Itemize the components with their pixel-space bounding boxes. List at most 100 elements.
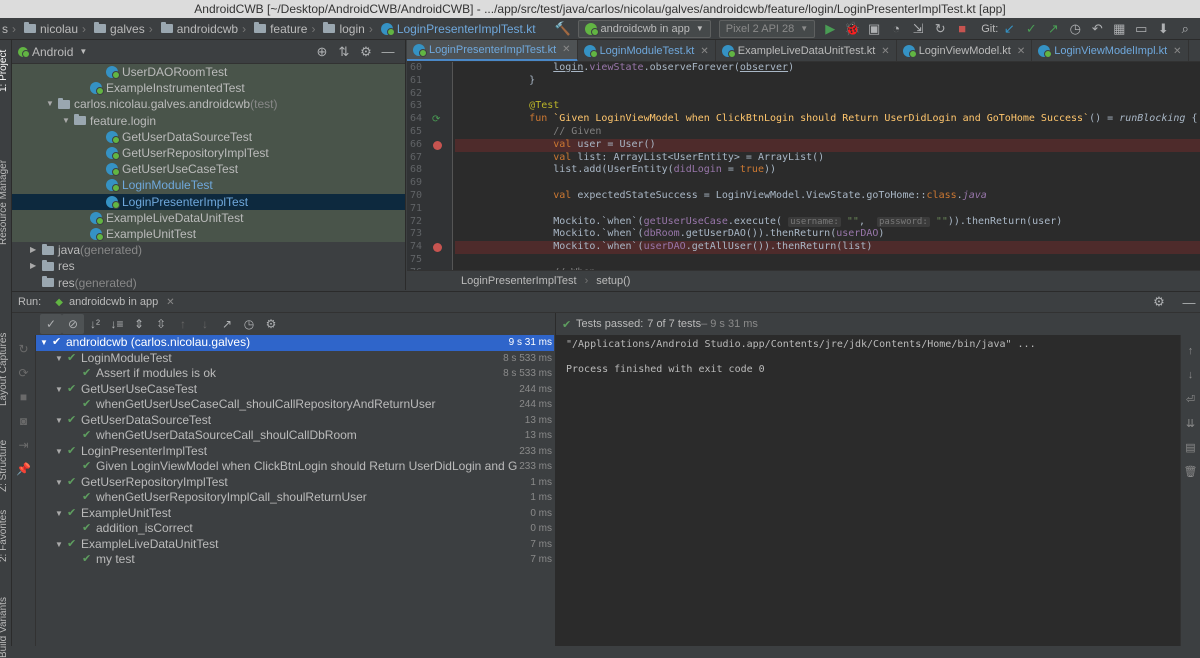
tree-item[interactable]: GetUserDataSourceTest: [12, 128, 405, 145]
test-result-row[interactable]: ✔ whenGetUserUseCaseCall_shoulCallReposit…: [36, 397, 554, 413]
scroll-to-end-icon[interactable]: ⇊: [1181, 411, 1200, 435]
layout-captures-tool-tab[interactable]: Layout Captures: [0, 333, 9, 406]
chevron-down-icon[interactable]: ▼: [55, 506, 65, 522]
editor-tab[interactable]: LoginViewModelImpl.kt ✕: [1032, 40, 1189, 61]
project-structure-icon[interactable]: ▦: [1108, 19, 1130, 39]
breadcrumb-item[interactable]: androidcwb ›: [159, 22, 252, 36]
git-update-icon[interactable]: ↙: [998, 19, 1020, 39]
chevron-right-icon[interactable]: ▶: [30, 242, 40, 258]
breadcrumb-class[interactable]: LoginPresenterImplTest: [461, 275, 577, 287]
exit-icon[interactable]: ⇥: [12, 433, 35, 457]
console-output[interactable]: "/Applications/Android Studio.app/Conten…: [555, 335, 1180, 646]
code-line[interactable]: Mockito.`when`(getUserUseCase.execute( u…: [455, 216, 1200, 229]
editor-tab[interactable]: LoginModuleTest.kt ✕: [578, 40, 716, 61]
code-line[interactable]: val expectedStateSuccess = LoginViewMode…: [455, 190, 1200, 203]
chevron-down-icon[interactable]: ▼: [79, 47, 87, 56]
chevron-right-icon[interactable]: ▶: [30, 258, 40, 274]
breadcrumb-item[interactable]: login ›: [321, 22, 378, 36]
close-icon[interactable]: ✕: [700, 46, 708, 57]
close-icon[interactable]: ✕: [1173, 46, 1181, 57]
test-result-row[interactable]: ✔ whenGetUserRepositoryImplCall_shoulRetu…: [36, 490, 554, 506]
git-commit-icon[interactable]: ✓: [1020, 19, 1042, 39]
camera-icon[interactable]: ◙: [12, 409, 35, 433]
test-result-row[interactable]: ✔ Given LoginViewModel when ClickBtnLogin…: [36, 459, 554, 475]
test-result-row[interactable]: ✔ my test 7 ms: [36, 552, 554, 568]
code-line[interactable]: }: [455, 75, 1200, 88]
avd-manager-icon[interactable]: ▭: [1130, 19, 1152, 39]
code-line[interactable]: [455, 177, 1200, 190]
gear-icon[interactable]: ⚙: [260, 314, 282, 334]
tree-item[interactable]: LoginPresenterImplTest: [12, 193, 405, 210]
tree-item[interactable]: ExampleLiveDataUnitTest: [12, 209, 405, 226]
editor-tab[interactable]: LoginPresenterImplTest.kt ✕: [407, 40, 578, 61]
tree-item[interactable]: res (generated): [12, 274, 405, 290]
project-view-select[interactable]: Android: [32, 45, 73, 59]
chevron-down-icon[interactable]: ▼: [62, 113, 72, 129]
code-editor[interactable]: 6061626364⟳656667686970717273747576 logi…: [407, 62, 1200, 270]
code-line[interactable]: val list: ArrayList<UserEntity> = ArrayL…: [455, 152, 1200, 165]
breadcrumb-item[interactable]: galves ›: [92, 22, 159, 36]
tree-item[interactable]: ▼ feature.login: [12, 112, 405, 129]
tree-item[interactable]: UserDAORoomTest: [12, 64, 405, 81]
coverage-icon[interactable]: ▣: [863, 19, 885, 39]
tree-item[interactable]: GetUserRepositoryImplTest: [12, 144, 405, 162]
chevron-down-icon[interactable]: ▼: [55, 475, 65, 491]
show-passed-icon[interactable]: ✓: [40, 314, 62, 334]
git-push-icon[interactable]: ↗: [1042, 19, 1064, 39]
sdk-manager-icon[interactable]: ⬇: [1152, 19, 1174, 39]
run-icon[interactable]: ▶: [819, 19, 841, 39]
breakpoint-icon[interactable]: [433, 140, 442, 150]
close-icon[interactable]: ✕: [166, 297, 174, 308]
pin-icon[interactable]: 📌: [12, 457, 35, 481]
down-arrow-icon[interactable]: ↓: [1181, 363, 1200, 387]
code-line[interactable]: fun `Given LoginViewModel when ClickBtnL…: [455, 113, 1200, 126]
chevron-down-icon[interactable]: ▼: [46, 96, 56, 112]
debug-icon[interactable]: 🐞: [841, 19, 863, 39]
test-result-row[interactable]: ▼ ✔ GetUserUseCaseTest 244 ms: [36, 382, 554, 398]
close-icon[interactable]: ✕: [562, 44, 570, 55]
editor-tab[interactable]: LoginViewModel.kt ✕: [897, 40, 1033, 61]
test-result-row[interactable]: ▼ ✔ androidcwb (carlos.nicolau.galves) 9 s …: [36, 335, 554, 351]
git-history-icon[interactable]: ◷: [1064, 19, 1086, 39]
collapse-all-icon[interactable]: ⇳: [150, 314, 172, 334]
breadcrumb-method[interactable]: setup(): [596, 275, 630, 287]
breadcrumb-item[interactable]: LoginPresenterImplTest.kt: [379, 22, 538, 36]
hide-panel-icon[interactable]: —: [1178, 292, 1200, 312]
breadcrumb-item[interactable]: feature ›: [252, 22, 321, 36]
test-result-row[interactable]: ▼ ✔ ExampleLiveDataUnitTest 7 ms: [36, 537, 554, 553]
previous-failed-icon[interactable]: ↑: [172, 314, 194, 334]
code-line[interactable]: [455, 203, 1200, 216]
tree-item[interactable]: ▶ java (generated): [12, 242, 405, 258]
git-revert-icon[interactable]: ↶: [1086, 19, 1108, 39]
gear-icon[interactable]: ⚙: [355, 42, 377, 62]
breadcrumb-item[interactable]: s ›: [0, 22, 22, 36]
code-line[interactable]: login.viewState.observeForever(observer): [455, 62, 1200, 75]
test-result-row[interactable]: ▼ ✔ GetUserDataSourceTest 13 ms: [36, 413, 554, 429]
stop-icon[interactable]: ■: [12, 385, 35, 409]
stop-icon[interactable]: ■: [951, 19, 973, 39]
show-ignored-icon[interactable]: ⊘: [62, 314, 84, 334]
breadcrumb-item[interactable]: nicolau ›: [22, 22, 92, 36]
run-config-select[interactable]: androidcwb in app ▼: [577, 19, 711, 38]
code-area[interactable]: login.viewState.observeForever(observer)…: [455, 62, 1200, 270]
expand-all-icon[interactable]: ⇕: [128, 314, 150, 334]
tree-item[interactable]: LoginModuleTest: [12, 177, 405, 194]
structure-tool-tab[interactable]: Z: Structure: [0, 440, 9, 492]
build-variants-tool-tab[interactable]: Build Variants: [0, 597, 9, 658]
test-result-row[interactable]: ▼ ✔ LoginModuleTest 8 s 533 ms: [36, 351, 554, 367]
tree-item[interactable]: ▼ carlos.nicolau.galves.androidcwb (test): [12, 96, 405, 113]
toggle-auto-test-icon[interactable]: ⟳: [12, 361, 35, 385]
rerun-failed-icon[interactable]: ↻: [12, 337, 35, 361]
project-tool-tab[interactable]: 1: Project: [0, 50, 9, 92]
code-line[interactable]: // Given: [455, 126, 1200, 139]
tree-item[interactable]: ExampleInstrumentedTest: [12, 80, 405, 97]
chevron-down-icon[interactable]: ▼: [55, 382, 65, 398]
soft-wrap-icon[interactable]: ⏎: [1181, 387, 1200, 411]
gear-icon[interactable]: ⚙: [1148, 292, 1170, 312]
tree-item[interactable]: ExampleUnitTest: [12, 225, 405, 243]
sort-alpha-icon[interactable]: ↓²: [84, 314, 106, 334]
test-result-row[interactable]: ✔ addition_isCorrect 0 ms: [36, 521, 554, 537]
resource-manager-tool-tab[interactable]: Resource Manager: [0, 160, 9, 245]
test-result-row[interactable]: ▼ ✔ GetUserRepositoryImplTest 1 ms: [36, 475, 554, 491]
tree-item[interactable]: GetUserUseCaseTest: [12, 161, 405, 178]
